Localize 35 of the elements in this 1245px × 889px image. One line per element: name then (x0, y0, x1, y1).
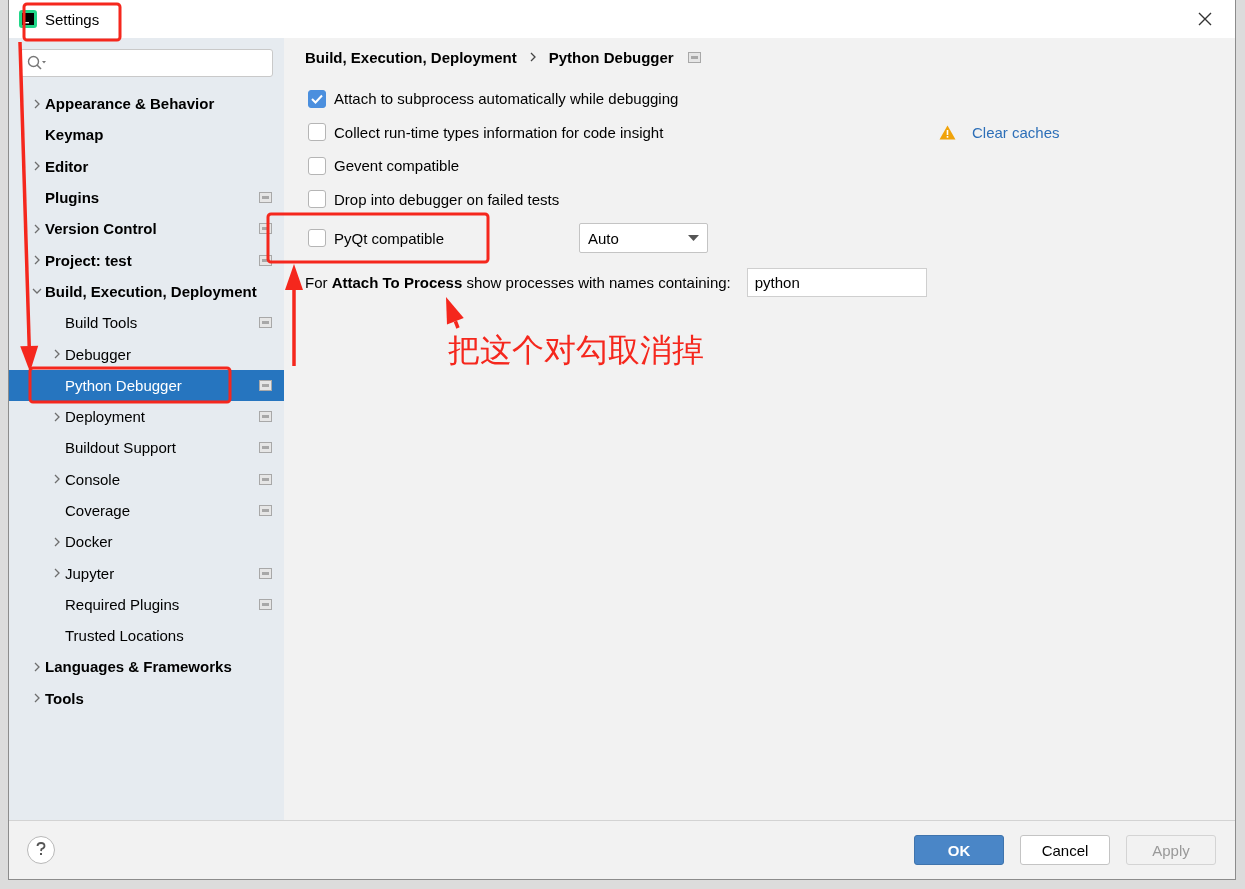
annotation-note: 把这个对勾取消掉 (448, 330, 704, 371)
tree-item[interactable]: Editor (9, 150, 284, 182)
tree-item[interactable]: Jupyter (9, 557, 284, 589)
process-name-field[interactable]: python (746, 267, 927, 297)
mode-dropdown[interactable]: Auto (579, 223, 708, 253)
tree-item[interactable]: Trusted Locations (9, 620, 284, 652)
clear-caches-link[interactable]: Clear caches (972, 123, 1060, 141)
tree-item[interactable]: Languages & Frameworks (9, 651, 284, 683)
tree-item[interactable]: Tools (9, 682, 284, 714)
tree-item[interactable]: Coverage (9, 494, 284, 527)
dialog-button[interactable]: Cancel (1020, 835, 1110, 865)
tree-item[interactable]: Keymap (9, 119, 284, 151)
option-label: PyQt compatible (334, 229, 445, 247)
tree-item[interactable]: Deployment (9, 400, 284, 433)
breadcrumb-item: Build, Execution, Deployment (305, 48, 517, 66)
window-title: Settings (45, 10, 100, 28)
tree-item[interactable]: Buildout Support (9, 432, 284, 464)
tree-item[interactable]: Console (9, 463, 284, 495)
breadcrumb-item: Python Debugger (548, 48, 674, 66)
tree-item[interactable]: Project: test (9, 244, 284, 276)
option-label: For Attach To Process show processes with names containing: (305, 273, 731, 291)
option-label: Collect run-time types information for code insight (334, 123, 664, 141)
tree-item[interactable]: Docker (9, 526, 284, 558)
tree-item[interactable]: Debugger (9, 338, 284, 370)
dialog-button[interactable]: OK (914, 835, 1004, 865)
tree-item[interactable]: Version Control (9, 213, 284, 245)
tree-item[interactable]: Appearance & Behavior (9, 88, 284, 120)
tree-item[interactable]: Build Tools (9, 307, 284, 339)
option-label: Drop into debugger on failed tests (334, 190, 560, 208)
tree-item[interactable]: Python Debugger (9, 369, 284, 401)
tree-item[interactable]: Plugins (9, 181, 284, 214)
option-label: Attach to subprocess automatically while debugging (334, 90, 679, 108)
tree-item[interactable]: Required Plugins (9, 588, 284, 621)
tree-item[interactable]: Build, Execution, Deployment (9, 275, 284, 308)
option-label: Gevent compatible (334, 157, 460, 175)
